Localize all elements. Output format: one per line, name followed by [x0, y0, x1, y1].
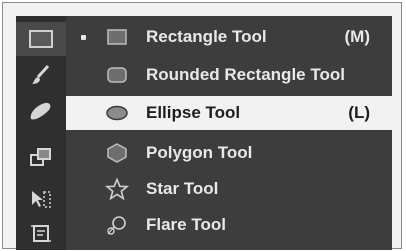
polygon-icon	[104, 142, 130, 164]
flare-icon	[104, 214, 130, 236]
menu-item-label: Polygon Tool	[146, 143, 253, 162]
menu-item-rounded-rectangle-tool[interactable]: Rounded Rectangle Tool	[66, 58, 392, 92]
rectangle-icon	[104, 26, 130, 48]
menu-item-star-tool[interactable]: Star Tool	[66, 172, 392, 206]
artboard-tool-icon	[31, 225, 51, 242]
brush-tool-icon	[32, 64, 50, 84]
menu-item-shortcut: (L)	[348, 103, 370, 122]
shape-tools-flyout-menu: Rectangle Tool (M) Rounded Rectangle Too…	[66, 16, 392, 250]
rectangle-tool-button[interactable]	[16, 22, 66, 56]
shape-builder-tool-button[interactable]	[16, 140, 66, 174]
menu-item-label: Rectangle Tool	[146, 27, 267, 46]
menu-item-label: Star Tool	[146, 179, 219, 198]
blob-brush-tool-icon	[30, 102, 51, 120]
selected-tool-bullet	[81, 35, 86, 40]
tools-panel	[16, 16, 66, 250]
menu-item-shortcut: (M)	[344, 27, 370, 46]
menu-item-label: Ellipse Tool	[146, 103, 241, 122]
menu-item-rectangle-tool[interactable]: Rectangle Tool (M)	[66, 20, 392, 54]
free-transform-tool-button[interactable]	[16, 182, 66, 216]
brush-tool-button[interactable]	[16, 58, 66, 92]
free-transform-tool-icon	[32, 191, 51, 208]
menu-item-polygon-tool[interactable]: Polygon Tool	[66, 136, 392, 170]
menu-item-label: Rounded Rectangle Tool	[146, 65, 345, 84]
menu-item-ellipse-tool[interactable]: Ellipse Tool (L)	[66, 96, 392, 130]
ellipse-icon	[104, 102, 130, 124]
artboard-tool-button[interactable]	[16, 216, 66, 250]
rectangle-tool-icon	[29, 30, 53, 48]
menu-item-label: Flare Tool	[146, 215, 226, 234]
shape-builder-tool-icon	[30, 148, 51, 166]
menu-item-flare-tool[interactable]: Flare Tool	[66, 208, 392, 242]
star-icon	[104, 178, 130, 200]
blob-brush-tool-button[interactable]	[16, 94, 66, 128]
rounded-rectangle-icon	[104, 64, 130, 86]
